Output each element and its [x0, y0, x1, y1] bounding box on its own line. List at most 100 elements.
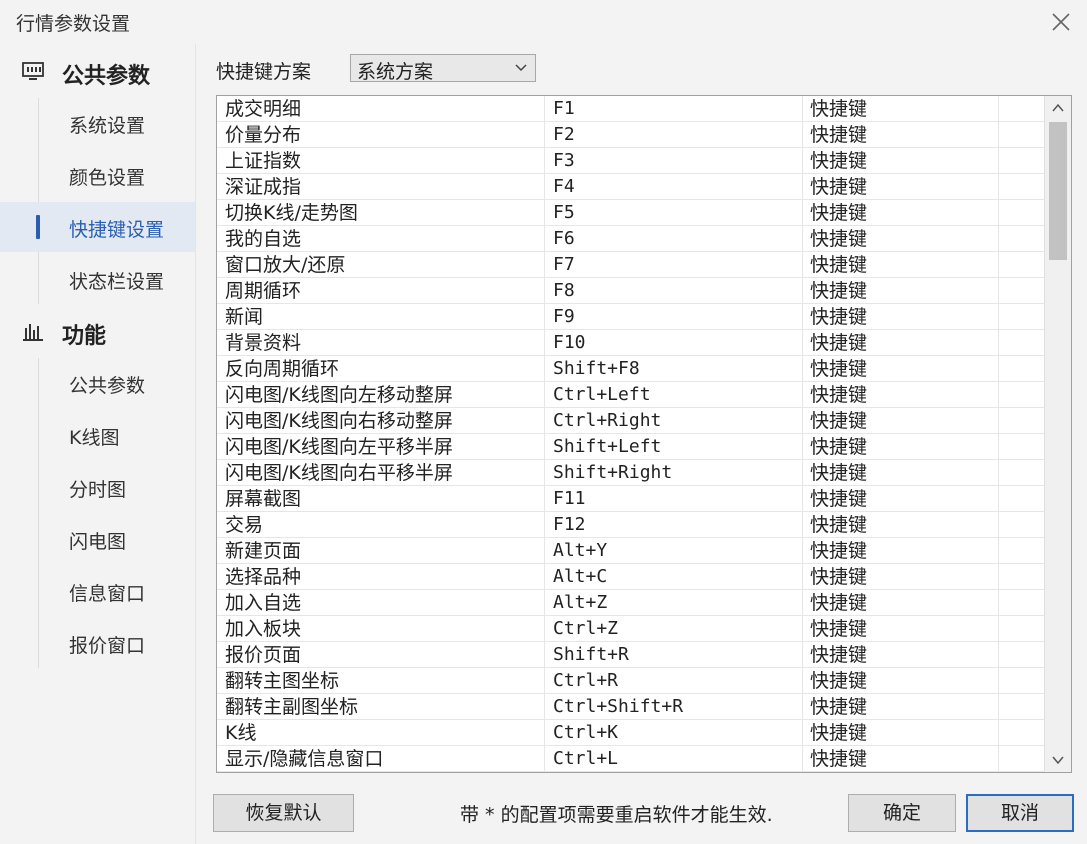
table-row[interactable]: K线 Ctrl+K 快捷键 [217, 720, 1045, 746]
shortcut-type-cell: 快捷键 [810, 124, 868, 146]
shortcut-key-cell: Shift+F8 [553, 358, 640, 379]
sidebar-item-label: 状态栏设置 [69, 271, 165, 293]
table-row[interactable]: 深证成指 F4 快捷键 [217, 174, 1045, 200]
function-name-cell: 新建页面 [225, 540, 302, 562]
table-row[interactable]: 选择品种 Alt+C 快捷键 [217, 564, 1045, 590]
sidebar-item-color-settings[interactable]: 颜色设置 [0, 150, 195, 200]
shortcut-key-cell: Alt+Z [553, 592, 608, 613]
close-icon[interactable] [1045, 6, 1077, 38]
sidebar-item-info-window[interactable]: 信息窗口 [0, 566, 195, 616]
shortcut-type-cell: 快捷键 [810, 488, 868, 510]
scrollbar-thumb[interactable] [1049, 122, 1067, 260]
shortcut-type-cell: 快捷键 [810, 644, 868, 666]
scroll-down-icon[interactable] [1045, 748, 1071, 772]
table-row[interactable]: 闪电图/K线图向右移动整屏 Ctrl+Right 快捷键 [217, 408, 1045, 434]
sidebar-item-quote-window[interactable]: 报价窗口 [0, 618, 195, 668]
sidebar-item-label: 系统设置 [69, 115, 146, 137]
table-row[interactable]: 成交明细 F1 快捷键 [217, 96, 1045, 122]
table-row[interactable]: 反向周期循环 Shift+F8 快捷键 [217, 356, 1045, 382]
function-name-cell: 加入自选 [225, 592, 302, 614]
table-row[interactable]: 加入自选 Alt+Z 快捷键 [217, 590, 1045, 616]
restart-note: 带 * 的配置项需要重启软件才能生效. [460, 804, 773, 826]
table-row[interactable]: 新闻 F9 快捷键 [217, 304, 1045, 330]
shortcut-type-cell: 快捷键 [810, 566, 868, 588]
sidebar-group-common-params: 公共参数 [0, 46, 195, 98]
shortcut-type-cell: 快捷键 [810, 670, 868, 692]
chevron-down-icon [515, 64, 527, 72]
table-row[interactable]: 上证指数 F3 快捷键 [217, 148, 1045, 174]
sidebar-item-label: 信息窗口 [69, 583, 146, 605]
function-name-cell: 周期循环 [225, 280, 302, 302]
shortcut-key-cell: F9 [553, 306, 575, 327]
sidebar: 公共参数 系统设置 颜色设置 快捷键设置 状态栏设置 功能 公共参数 K线图 分… [0, 44, 196, 844]
function-name-cell: 背景资料 [225, 332, 302, 354]
shortcut-key-cell: F5 [553, 202, 575, 223]
shortcut-type-cell: 快捷键 [810, 540, 868, 562]
table-row[interactable]: 屏幕截图 F11 快捷键 [217, 486, 1045, 512]
vertical-scrollbar[interactable] [1044, 96, 1071, 772]
table-row[interactable]: 交易 F12 快捷键 [217, 512, 1045, 538]
window-title: 行情参数设置 [16, 13, 131, 35]
sidebar-item-statusbar-settings[interactable]: 状态栏设置 [0, 254, 195, 304]
cancel-button[interactable]: 取消 [966, 794, 1074, 832]
shortcut-key-cell: F12 [553, 514, 586, 535]
sidebar-item-label: 分时图 [69, 479, 127, 501]
table-row[interactable]: 翻转主图坐标 Ctrl+R 快捷键 [217, 668, 1045, 694]
shortcut-key-cell: Ctrl+R [553, 670, 619, 691]
scheme-select[interactable]: 系统方案 [350, 54, 536, 83]
shortcut-type-cell: 快捷键 [810, 98, 868, 120]
table-row[interactable]: 闪电图/K线图向左移动整屏 Ctrl+Left 快捷键 [217, 382, 1045, 408]
shortcut-type-cell: 快捷键 [810, 592, 868, 614]
shortcut-type-cell: 快捷键 [810, 280, 868, 302]
shortcut-type-cell: 快捷键 [810, 358, 868, 380]
function-name-cell: 我的自选 [225, 228, 302, 250]
shortcut-type-cell: 快捷键 [810, 228, 868, 250]
table-row[interactable]: 价量分布 F2 快捷键 [217, 122, 1045, 148]
shortcut-key-cell: F6 [553, 228, 575, 249]
function-name-cell: 加入板块 [225, 618, 302, 640]
sidebar-item-label: 闪电图 [69, 531, 127, 553]
sidebar-item-lightning-chart[interactable]: 闪电图 [0, 514, 195, 564]
shortcut-type-cell: 快捷键 [810, 306, 868, 328]
table-row[interactable]: 显示/隐藏信息窗口 Ctrl+L 快捷键 [217, 746, 1045, 772]
function-name-cell: 闪电图/K线图向左平移半屏 [225, 436, 453, 458]
scheme-select-value: 系统方案 [357, 61, 434, 83]
table-row[interactable]: 新建页面 Alt+Y 快捷键 [217, 538, 1045, 564]
function-name-cell: 闪电图/K线图向右平移半屏 [225, 462, 453, 484]
function-name-cell: 翻转主图坐标 [225, 670, 340, 692]
sidebar-item-time-chart[interactable]: 分时图 [0, 462, 195, 512]
table-row[interactable]: 加入板块 Ctrl+Z 快捷键 [217, 616, 1045, 642]
shortcut-type-cell: 快捷键 [810, 748, 868, 770]
table-row[interactable]: 报价页面 Shift+R 快捷键 [217, 642, 1045, 668]
shortcut-type-cell: 快捷键 [810, 254, 868, 276]
table-row[interactable]: 周期循环 F8 快捷键 [217, 278, 1045, 304]
shortcut-key-cell: Shift+Left [553, 436, 662, 457]
shortcut-key-cell: Ctrl+L [553, 748, 619, 769]
function-name-cell: K线 [225, 722, 257, 744]
shortcut-type-cell: 快捷键 [810, 176, 868, 198]
sidebar-item-shortcut-settings[interactable]: 快捷键设置 [0, 202, 195, 252]
scheme-label: 快捷键方案 [216, 61, 312, 83]
sidebar-item-kline-chart[interactable]: K线图 [0, 410, 195, 460]
table-row[interactable]: 闪电图/K线图向左平移半屏 Shift+Left 快捷键 [217, 434, 1045, 460]
table-row[interactable]: 背景资料 F10 快捷键 [217, 330, 1045, 356]
scroll-up-icon[interactable] [1045, 96, 1071, 120]
monitor-icon [22, 62, 44, 80]
table-row[interactable]: 我的自选 F6 快捷键 [217, 226, 1045, 252]
reset-default-button[interactable]: 恢复默认 [213, 794, 354, 832]
shortcut-key-cell: Ctrl+Right [553, 410, 662, 431]
main-panel: 快捷键方案 系统方案 成交明细 F1 快捷键 价量分布 F2 快捷键 上证指数 F3 快捷键 深证… [196, 44, 1087, 844]
ok-button[interactable]: 确定 [848, 794, 956, 832]
shortcut-key-cell: F10 [553, 332, 586, 353]
function-name-cell: 反向周期循环 [225, 358, 340, 380]
table-row[interactable]: 翻转主副图坐标 Ctrl+Shift+R 快捷键 [217, 694, 1045, 720]
sidebar-item-system-settings[interactable]: 系统设置 [0, 98, 195, 148]
sidebar-item-public-params[interactable]: 公共参数 [0, 358, 195, 408]
shortcut-type-cell: 快捷键 [810, 150, 868, 172]
shortcut-key-cell: F2 [553, 124, 575, 145]
shortcut-key-cell: Alt+Y [553, 540, 608, 561]
table-row[interactable]: 切换K线/走势图 F5 快捷键 [217, 200, 1045, 226]
table-row[interactable]: 闪电图/K线图向右平移半屏 Shift+Right 快捷键 [217, 460, 1045, 486]
table-row[interactable]: 窗口放大/还原 F7 快捷键 [217, 252, 1045, 278]
shortcut-key-cell: Ctrl+K [553, 722, 619, 743]
